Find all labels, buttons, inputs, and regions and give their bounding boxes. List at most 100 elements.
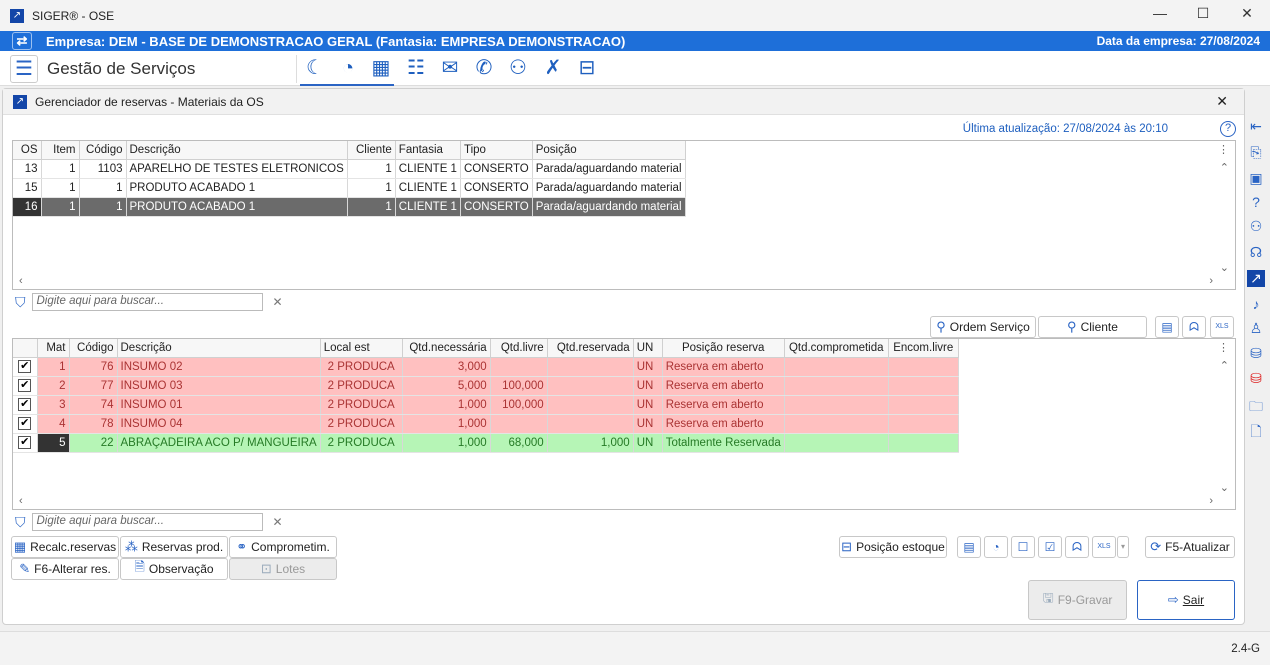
news-icon[interactable]: ▣	[1247, 170, 1265, 187]
lotes-button[interactable]: ⊡ Lotes	[229, 558, 337, 580]
check-all-icon[interactable]: ☑	[1038, 536, 1062, 558]
material-row[interactable]: ✔ 2 77 INSUMO 03 2 PRODUCA 5,000 100,000 UN Rese…	[13, 376, 959, 396]
close-button[interactable]: ✕	[1237, 5, 1257, 25]
gravar-button[interactable]: 🖫 F9-Gravar	[1028, 580, 1127, 620]
layout-icon[interactable]: ▤	[957, 536, 981, 558]
bell-icon[interactable]: ♪	[1247, 296, 1265, 312]
dropdown-arrow-icon[interactable]: ▾	[1117, 536, 1129, 558]
posicao-estoque-button[interactable]: ⊟ Posição estoque	[839, 536, 947, 558]
grid-options-icon[interactable]: ⋮	[1218, 143, 1229, 156]
col-codigo[interactable]: Código	[69, 339, 118, 358]
briefcase-icon[interactable]: ⊟	[574, 56, 600, 80]
palette-icon[interactable]: ◔	[335, 56, 361, 80]
row-checkbox[interactable]: ✔	[18, 398, 32, 411]
user-check-icon[interactable]: ⚇	[1247, 218, 1265, 235]
col-qtd-reservada[interactable]: Qtd.reservada	[547, 339, 634, 358]
clear-search-icon[interactable]: ✕	[273, 295, 283, 309]
xls-export-icon[interactable]: XLS	[1092, 536, 1116, 558]
menu-icon[interactable]: ☰	[10, 55, 38, 83]
observacao-button[interactable]: 🗎 Observação	[120, 558, 228, 580]
col-item[interactable]: Item	[41, 141, 80, 160]
atualizar-button[interactable]: ⟳ F5-Atualizar	[1145, 536, 1235, 558]
col-codigo[interactable]: Código	[79, 141, 127, 160]
scroll-document-icon[interactable]: ⎘	[1247, 144, 1265, 161]
switch-company-icon[interactable]: ⇄	[12, 32, 32, 50]
col-os[interactable]: OS	[13, 141, 42, 160]
materials-search-input[interactable]: Digite aqui para buscar...	[31, 513, 263, 531]
comprometim-button[interactable]: ⚭ Comprometim.	[229, 536, 337, 558]
headset-icon[interactable]: ☊	[1247, 244, 1265, 261]
collapse-icon[interactable]: ⇤	[1247, 118, 1265, 135]
binoculars-icon[interactable]: ᗣ	[1065, 536, 1089, 558]
scroll-right-icon[interactable]: ›	[1209, 495, 1213, 507]
filter-icon[interactable]: ⛉	[15, 514, 26, 531]
scroll-down-icon[interactable]: ⌄	[1220, 261, 1229, 274]
row-checkbox[interactable]: ✔	[18, 417, 32, 430]
help-circle-icon[interactable]: ?	[1247, 194, 1265, 210]
col-cliente[interactable]: Cliente	[347, 141, 396, 160]
material-row[interactable]: ✔ 4 78 INSUMO 04 2 PRODUCA 1,000 UN Reserva em …	[13, 414, 959, 434]
help-icon[interactable]: ?	[1220, 121, 1236, 137]
col-descricao[interactable]: Descrição	[117, 339, 321, 358]
col-posicao-reserva[interactable]: Posição reserva	[662, 339, 785, 358]
dialog-close-button[interactable]: ✕	[1216, 93, 1228, 110]
uncheck-all-icon[interactable]: ☐	[1011, 536, 1035, 558]
os-table-row[interactable]: 13 1 1103 APARELHO DE TESTES ELETRONICOS 1 CL…	[13, 159, 686, 179]
row-checkbox[interactable]: ✔	[18, 436, 32, 449]
col-check[interactable]	[13, 339, 38, 358]
database-icon[interactable]: ⛁	[1247, 345, 1265, 362]
row-checkbox[interactable]: ✔	[18, 379, 32, 392]
cliente-button[interactable]: ⚲ Cliente	[1038, 316, 1147, 338]
row-checkbox[interactable]: ✔	[18, 360, 32, 373]
ordem-servico-button[interactable]: ⚲ Ordem Serviço	[930, 316, 1036, 338]
os-search-input[interactable]: Digite aqui para buscar...	[31, 293, 263, 311]
clear-search-icon[interactable]: ✕	[273, 515, 283, 529]
scroll-right-icon[interactable]: ›	[1209, 275, 1213, 287]
moon-icon[interactable]: ☾	[302, 56, 328, 80]
reservas-prod-button[interactable]: ⁂ Reservas prod.	[120, 536, 228, 558]
material-row[interactable]: ✔ 5 22 ABRAÇADEIRA ACO P/ MANGUEIRA 2 PRODUC…	[13, 433, 959, 453]
code-file-icon[interactable]: 🗋	[1247, 421, 1265, 445]
col-descricao[interactable]: Descrição	[126, 141, 348, 160]
folder-icon[interactable]: 🗀	[1247, 396, 1265, 420]
alterar-reserva-button[interactable]: ✎ F6-Alterar res.	[11, 558, 119, 580]
col-local-est[interactable]: Local est	[320, 339, 403, 358]
col-fantasia[interactable]: Fantasia	[395, 141, 461, 160]
app-shortcut-icon[interactable]: ↗	[1247, 270, 1265, 287]
col-tipo[interactable]: Tipo	[460, 141, 533, 160]
scroll-left-icon[interactable]: ‹	[19, 275, 23, 287]
material-row[interactable]: ✔ 3 74 INSUMO 01 2 PRODUCA 1,000 100,000 UN Rese…	[13, 395, 959, 415]
os-table-row[interactable]: 16 1 1 PRODUTO ACABADO 1 1 CLIENTE 1 CONSERTO P…	[13, 197, 686, 217]
calendar-icon[interactable]: ☷	[403, 56, 429, 80]
user-icon[interactable]: ♙	[1247, 320, 1265, 337]
grid-options-icon[interactable]: ⋮	[1218, 341, 1229, 354]
recalc-reservas-button[interactable]: ▦ Recalc.reservas	[11, 536, 119, 558]
palette-icon[interactable]: ◔	[984, 536, 1008, 558]
col-qtd-necessaria[interactable]: Qtd.necessária	[402, 339, 491, 358]
col-encom-livre[interactable]: Encom.livre	[888, 339, 959, 358]
xls-export-icon[interactable]: XLS	[1210, 316, 1234, 338]
material-row[interactable]: ✔ 1 76 INSUMO 02 2 PRODUCA 3,000 UN Reserva em …	[13, 357, 959, 377]
coins-icon[interactable]: ⛁	[1247, 370, 1265, 387]
minimize-button[interactable]: —	[1150, 5, 1170, 25]
col-qtd-comprometida[interactable]: Qtd.comprometida	[784, 339, 889, 358]
col-un[interactable]: UN	[633, 339, 663, 358]
os-table-row[interactable]: 15 1 1 PRODUTO ACABADO 1 1 CLIENTE 1 CONSERTO P…	[13, 178, 686, 198]
col-mat[interactable]: Mat	[37, 339, 70, 358]
col-posicao[interactable]: Posição	[532, 141, 686, 160]
calculator-icon[interactable]: ▦	[368, 56, 394, 80]
binoculars-icon[interactable]: ᗣ	[1182, 316, 1206, 338]
maximize-button[interactable]: ☐	[1193, 5, 1213, 25]
scroll-up-icon[interactable]: ⌃	[1220, 359, 1229, 372]
tools-icon[interactable]: ✗	[540, 56, 566, 80]
phone-icon[interactable]: ✆	[471, 56, 497, 80]
filter-icon[interactable]: ⛉	[15, 294, 26, 311]
sair-button[interactable]: ⇨ Sair	[1137, 580, 1235, 620]
scroll-left-icon[interactable]: ‹	[19, 495, 23, 507]
col-qtd-livre[interactable]: Qtd.livre	[490, 339, 548, 358]
scroll-up-icon[interactable]: ⌃	[1220, 161, 1229, 174]
layout-icon[interactable]: ▤	[1155, 316, 1179, 338]
mail-icon[interactable]: ✉	[437, 56, 463, 80]
scroll-down-icon[interactable]: ⌄	[1220, 481, 1229, 494]
users-icon[interactable]: ⚇	[505, 56, 531, 80]
